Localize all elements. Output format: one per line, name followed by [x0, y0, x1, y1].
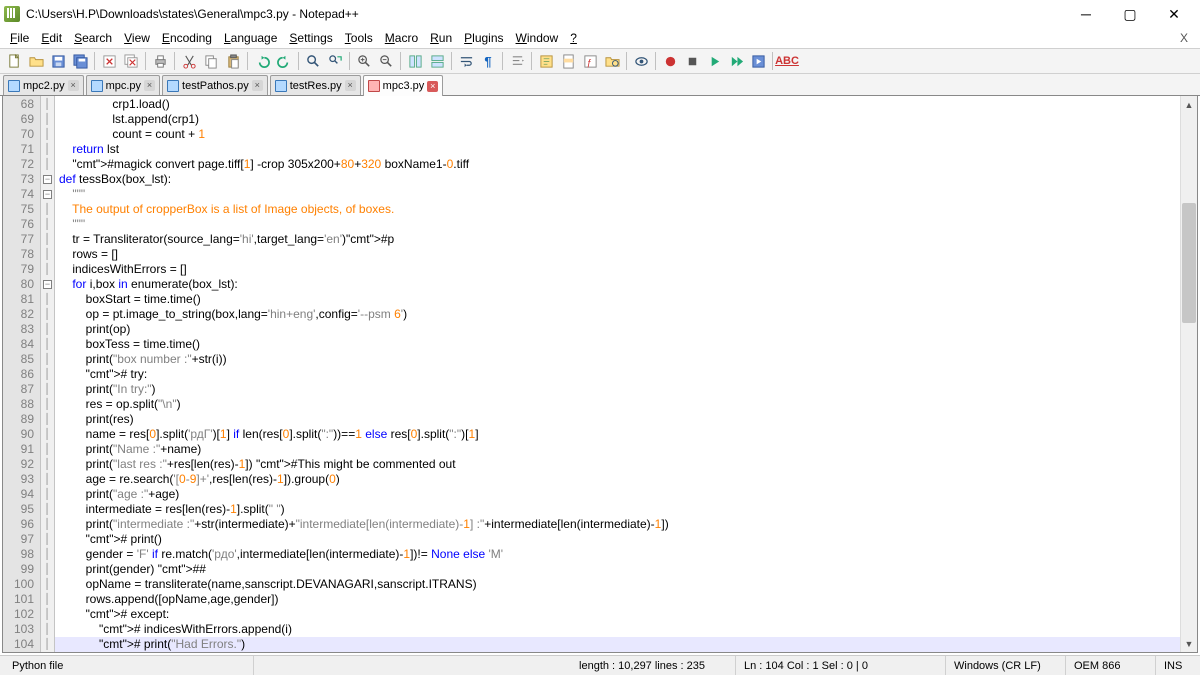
tab-mpc3-py[interactable]: mpc3.py× [363, 75, 444, 96]
status-eol: Windows (CR LF) [946, 656, 1066, 675]
paste-icon[interactable] [223, 51, 243, 71]
scroll-up-icon[interactable]: ▲ [1181, 96, 1197, 113]
menu-file[interactable]: File [4, 30, 35, 46]
window-title: C:\Users\H.P\Downloads\states\General\mp… [26, 7, 359, 21]
close-tab-icon[interactable]: × [68, 80, 79, 91]
tab-label: mpc2.py [23, 80, 65, 92]
close-tab-icon[interactable]: × [144, 80, 155, 91]
close-tab-icon[interactable]: × [345, 80, 356, 91]
tab-mpc-py[interactable]: mpc.py× [86, 75, 160, 95]
menu-macro[interactable]: Macro [379, 30, 424, 46]
editor: 6869707172737475767778798081828384858687… [2, 96, 1198, 653]
folder-workspace-icon[interactable] [602, 51, 622, 71]
scroll-track[interactable] [1181, 113, 1197, 635]
close-doc-x[interactable]: X [1172, 31, 1196, 45]
stop-macro-icon[interactable] [682, 51, 702, 71]
menu-plugins[interactable]: Plugins [458, 30, 509, 46]
menubar: FileEditSearchViewEncodingLanguageSettin… [0, 28, 1200, 48]
open-file-icon[interactable] [26, 51, 46, 71]
close-tab-icon[interactable]: × [252, 80, 263, 91]
menu-search[interactable]: Search [68, 30, 118, 46]
udl-icon[interactable] [536, 51, 556, 71]
tab-testRes-py[interactable]: testRes.py× [270, 75, 361, 95]
code-area[interactable]: crp1.load() lst.append(crp1) count = cou… [55, 96, 1180, 652]
menu-settings[interactable]: Settings [283, 30, 338, 46]
toolbar: ¶ ƒ ABC [0, 48, 1200, 74]
close-file-icon[interactable] [99, 51, 119, 71]
play-macro-icon[interactable] [704, 51, 724, 71]
menu-encoding[interactable]: Encoding [156, 30, 218, 46]
undo-icon[interactable] [252, 51, 272, 71]
status-length: length : 10,297 lines : 235 [254, 656, 736, 675]
cut-icon[interactable] [179, 51, 199, 71]
replace-icon[interactable] [325, 51, 345, 71]
wrap-icon[interactable] [456, 51, 476, 71]
spellcheck-icon[interactable]: ABC [777, 51, 797, 71]
record-macro-icon[interactable] [660, 51, 680, 71]
scroll-thumb[interactable] [1182, 203, 1196, 323]
minimize-button[interactable]: ─ [1064, 0, 1108, 28]
line-number-gutter: 6869707172737475767778798081828384858687… [3, 96, 41, 652]
tab-label: mpc3.py [383, 80, 425, 92]
close-all-icon[interactable] [121, 51, 141, 71]
titlebar: C:\Users\H.P\Downloads\states\General\mp… [0, 0, 1200, 28]
zoom-out-icon[interactable] [376, 51, 396, 71]
tab-mpc2-py[interactable]: mpc2.py× [3, 75, 84, 95]
monitor-icon[interactable] [631, 51, 651, 71]
menu-language[interactable]: Language [218, 30, 283, 46]
new-file-icon[interactable] [4, 51, 24, 71]
save-macro-icon[interactable] [748, 51, 768, 71]
doc-map-icon[interactable] [558, 51, 578, 71]
file-icon [91, 80, 103, 92]
statusbar: Python file length : 10,297 lines : 235 … [0, 655, 1200, 675]
print-icon[interactable] [150, 51, 170, 71]
menu-edit[interactable]: Edit [35, 30, 68, 46]
file-icon [167, 80, 179, 92]
file-icon [368, 80, 380, 92]
find-icon[interactable] [303, 51, 323, 71]
menu-tools[interactable]: Tools [339, 30, 379, 46]
fold-column[interactable]: │││││−−│││││−│││││││││││││││││││││││││ [41, 96, 55, 652]
close-window-button[interactable]: ✕ [1152, 0, 1196, 28]
indent-guide-icon[interactable] [507, 51, 527, 71]
close-tab-icon[interactable]: × [427, 81, 438, 92]
tab-testPathos-py[interactable]: testPathos.py× [162, 75, 268, 95]
maximize-button[interactable]: ▢ [1108, 0, 1152, 28]
redo-icon[interactable] [274, 51, 294, 71]
menu-view[interactable]: View [118, 30, 156, 46]
file-icon [8, 80, 20, 92]
func-list-icon[interactable]: ƒ [580, 51, 600, 71]
tab-bar: mpc2.py×mpc.py×testPathos.py×testRes.py×… [0, 74, 1200, 96]
show-all-chars-icon[interactable]: ¶ [478, 51, 498, 71]
svg-text:ƒ: ƒ [586, 57, 591, 67]
sync-h-icon[interactable] [427, 51, 447, 71]
app-icon [4, 6, 20, 22]
file-icon [275, 80, 287, 92]
status-mode: INS [1156, 656, 1196, 675]
status-language: Python file [4, 656, 254, 675]
menu-run[interactable]: Run [424, 30, 458, 46]
status-encoding: OEM 866 [1066, 656, 1156, 675]
menu-?[interactable]: ? [564, 30, 583, 46]
menu-window[interactable]: Window [510, 30, 565, 46]
sync-v-icon[interactable] [405, 51, 425, 71]
save-icon[interactable] [48, 51, 68, 71]
vertical-scrollbar[interactable]: ▲ ▼ [1180, 96, 1197, 652]
tab-label: testPathos.py [182, 80, 249, 92]
tab-label: mpc.py [106, 80, 141, 92]
zoom-in-icon[interactable] [354, 51, 374, 71]
tab-label: testRes.py [290, 80, 342, 92]
playloop-macro-icon[interactable] [726, 51, 746, 71]
scroll-down-icon[interactable]: ▼ [1181, 635, 1197, 652]
status-position: Ln : 104 Col : 1 Sel : 0 | 0 [736, 656, 946, 675]
copy-icon[interactable] [201, 51, 221, 71]
save-all-icon[interactable] [70, 51, 90, 71]
